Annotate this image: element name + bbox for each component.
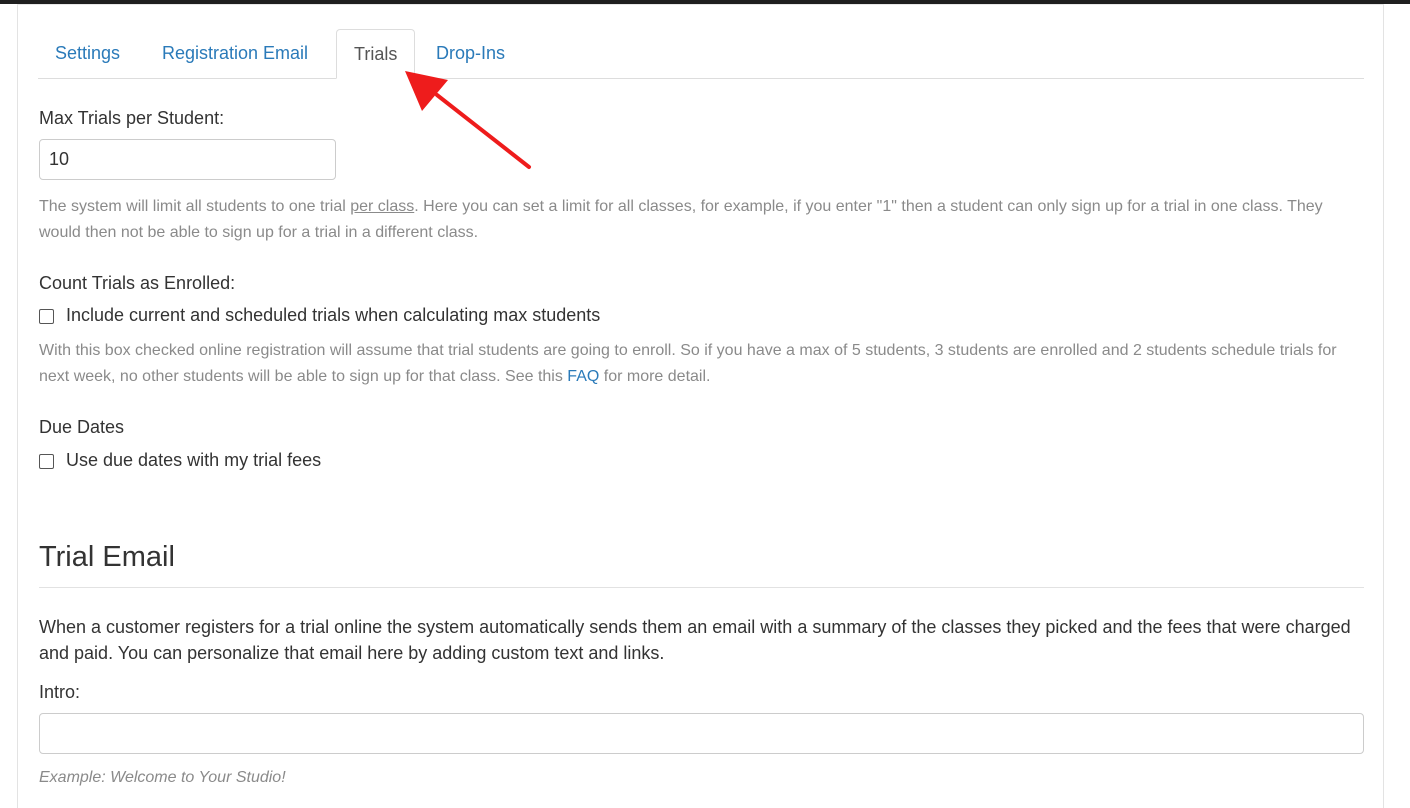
due-dates-checkbox-label[interactable]: Use due dates with my trial fees <box>66 450 321 471</box>
intro-label: Intro: <box>39 682 81 702</box>
max-trials-help-prefix: The system will limit all students to on… <box>39 198 351 215</box>
due-dates-checkbox[interactable] <box>39 454 54 469</box>
count-trials-help-suffix: for more detail. <box>599 368 711 385</box>
due-dates-label: Due Dates <box>39 417 125 437</box>
trial-email-heading: Trial Email <box>39 541 175 573</box>
count-trials-checkbox[interactable] <box>39 309 54 324</box>
max-trials-label: Max Trials per Student: <box>39 108 225 128</box>
per-class-emphasis: per class <box>350 198 415 215</box>
tab-drop-ins[interactable]: Drop-Ins <box>419 29 522 79</box>
intro-example-hint: Example: Welcome to Your Studio! <box>39 769 286 786</box>
count-trials-label: Count Trials as Enrolled: <box>39 273 236 293</box>
tab-settings[interactable]: Settings <box>38 29 137 79</box>
count-trials-help: With this box checked online registratio… <box>39 338 1349 390</box>
intro-input[interactable] <box>39 713 1364 754</box>
tab-trials[interactable]: Trials <box>336 29 416 79</box>
max-trials-input[interactable] <box>39 139 336 180</box>
max-trials-help: The system will limit all students to on… <box>39 194 1349 246</box>
faq-link[interactable]: FAQ <box>567 368 599 385</box>
tab-bar: Settings Registration Email Trials Drop-… <box>38 29 1364 79</box>
tab-registration-email[interactable]: Registration Email <box>145 29 325 79</box>
count-trials-checkbox-label[interactable]: Include current and scheduled trials whe… <box>66 305 600 326</box>
section-divider <box>39 587 1364 588</box>
trial-email-description: When a customer registers for a trial on… <box>39 617 1351 663</box>
